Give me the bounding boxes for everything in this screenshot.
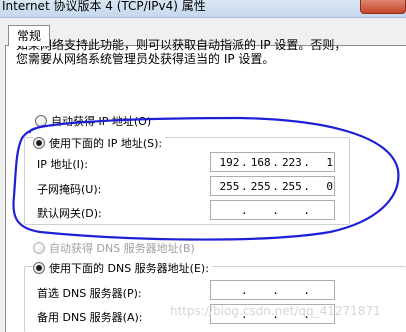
ip-octet: 1 [326,155,334,169]
radio-auto-ip-label: 自动获得 IP 地址(O) [51,115,152,128]
radio-auto-dns-indicator[interactable] [33,242,45,254]
radio-manual-ip[interactable]: 使用下面的 IP 地址(S): [33,135,166,151]
subnet-octet: 255 [250,179,271,193]
radio-auto-dns-label: 自动获得 DNS 服务器地址(B) [49,242,195,255]
radio-manual-dns-label: 使用下面的 DNS 服务器地址(E): [49,262,209,275]
subnet-octet: 255 [281,179,302,193]
preferred-dns-field[interactable]: . . . [210,280,335,300]
preferred-dns-label: 首选 DNS 服务器(P): [37,287,142,300]
tab-general[interactable]: 常规 [8,25,50,46]
close-button[interactable] [360,0,406,14]
radio-auto-dns[interactable]: 自动获得 DNS 服务器地址(B) [33,240,195,256]
subnet-mask-label: 子网掩码(U): [37,183,102,196]
ip-address-field[interactable]: 192. 168. 223. 1 [210,152,335,172]
description-line-1: 如果网络支持此功能，则可以获取自动指派的 IP 设置。否则， [16,38,347,52]
alternate-dns-label: 备用 DNS 服务器(A): [37,311,143,324]
radio-auto-ip-indicator[interactable] [35,115,47,127]
ip-octet: 223 [281,155,302,169]
description-line-2: 您需要从网络系统管理员处获得适当的 IP 设置。 [16,52,275,66]
subnet-octet: 0 [326,179,334,193]
watermark: https://blog.csdn.net/qq_41271871 [170,304,381,318]
ip-octet: 168 [250,155,271,169]
radio-manual-ip-label: 使用下面的 IP 地址(S): [49,137,163,150]
default-gateway-label: 默认网关(D): [37,207,102,220]
radio-manual-ip-indicator[interactable] [33,137,45,149]
ip-address-label: IP 地址(I): [37,158,88,171]
title-bar: Internet 协议版本 4 (TCP/IPv4) 属性 [0,0,406,18]
ip-octet: 192 [219,155,240,169]
radio-manual-dns-indicator[interactable] [33,262,45,274]
window-title: Internet 协议版本 4 (TCP/IPv4) 属性 [2,0,206,13]
subnet-octet: 255 [219,179,240,193]
subnet-mask-field[interactable]: 255. 255. 255. 0 [210,176,335,196]
radio-auto-ip[interactable]: 自动获得 IP 地址(O) [35,113,151,129]
description-text: 如果网络支持此功能，则可以获取自动指派的 IP 设置。否则， 您需要从网络系统管… [16,38,366,66]
default-gateway-field[interactable]: . . . [210,200,335,220]
radio-manual-dns[interactable]: 使用下面的 DNS 服务器地址(E): [33,260,212,276]
